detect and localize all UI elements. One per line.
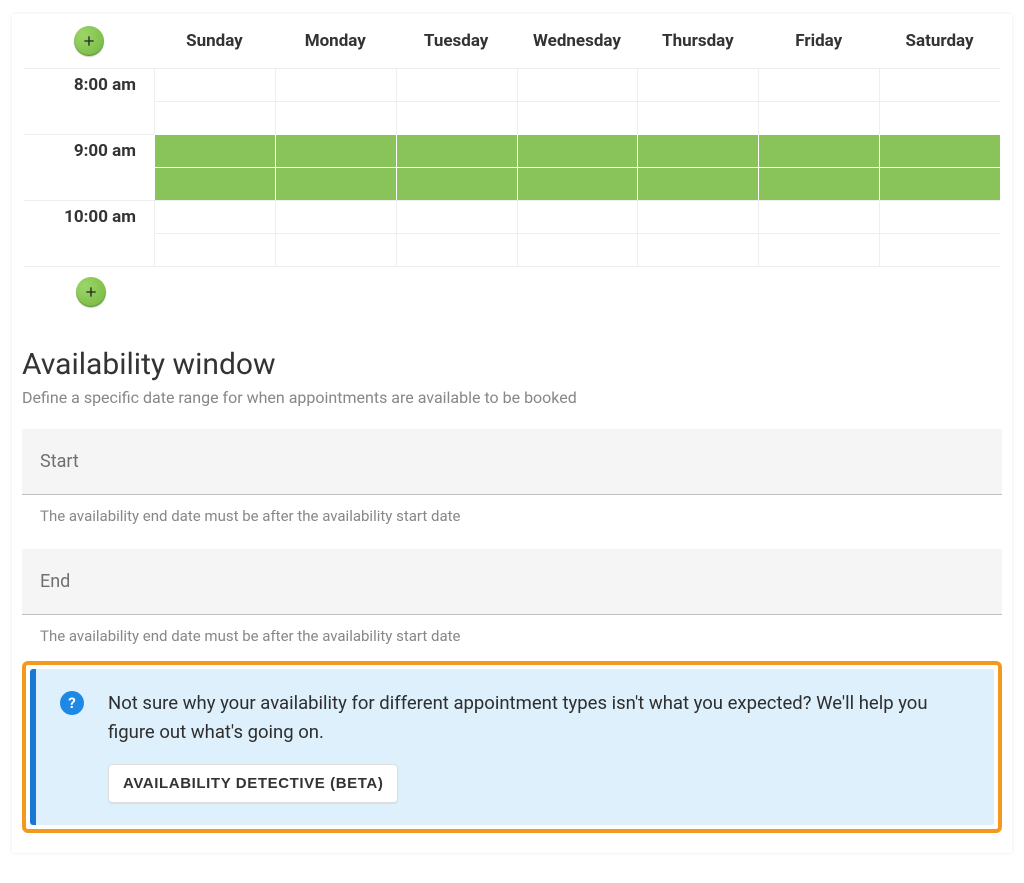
day-cell[interactable] (758, 200, 879, 266)
availability-schedule: SundayMondayTuesdayWednesdayThursdayFrid… (24, 14, 1000, 267)
time-slot[interactable] (396, 68, 517, 101)
time-slot[interactable] (517, 167, 638, 200)
callout-highlight: ? Not sure why your availability for dif… (22, 661, 1002, 833)
day-cell[interactable] (396, 200, 517, 266)
day-cell[interactable] (154, 68, 275, 134)
time-label: 9:00 am (74, 141, 136, 161)
time-slot[interactable] (879, 200, 1000, 233)
availability-detective-callout: ? Not sure why your availability for dif… (30, 669, 994, 825)
day-header: Tuesday (396, 14, 517, 68)
day-cell[interactable] (517, 68, 638, 134)
time-slot[interactable] (275, 233, 396, 266)
day-header: Saturday (879, 14, 1000, 68)
time-slot[interactable] (275, 167, 396, 200)
callout-text: Not sure why your availability for diffe… (108, 689, 970, 746)
time-slot[interactable] (637, 233, 758, 266)
time-slot[interactable] (275, 134, 396, 167)
time-row: 10:00 am (24, 200, 154, 266)
time-slot[interactable] (637, 68, 758, 101)
day-cell[interactable] (275, 200, 396, 266)
day-cell[interactable] (396, 68, 517, 134)
time-slot[interactable] (154, 200, 275, 233)
day-cell[interactable] (637, 200, 758, 266)
time-slot[interactable] (758, 233, 879, 266)
time-slot[interactable] (879, 233, 1000, 266)
help-icon: ? (60, 691, 84, 715)
availability-detective-button[interactable]: AVAILABILITY DETECTIVE (BETA) (108, 764, 398, 803)
time-slot[interactable] (396, 101, 517, 134)
day-header: Monday (275, 14, 396, 68)
day-cell[interactable] (154, 134, 275, 200)
time-row: 9:00 am (24, 134, 154, 200)
time-slot[interactable] (275, 200, 396, 233)
availability-window-title: Availability window (22, 347, 1002, 382)
day-cell[interactable] (879, 200, 1000, 266)
end-date-label: End (40, 571, 70, 592)
day-header: Sunday (154, 14, 275, 68)
time-slot[interactable] (758, 200, 879, 233)
end-date-field[interactable]: End (22, 549, 1002, 615)
start-date-hint: The availability end date must be after … (22, 495, 1002, 531)
day-cell[interactable] (275, 134, 396, 200)
time-slot[interactable] (396, 200, 517, 233)
plus-icon (81, 33, 97, 49)
time-label: 8:00 am (74, 75, 136, 95)
day-cell[interactable] (879, 68, 1000, 134)
time-slot[interactable] (517, 233, 638, 266)
time-slot[interactable] (275, 68, 396, 101)
time-slot[interactable] (879, 68, 1000, 101)
day-header: Wednesday (517, 14, 638, 68)
time-row: 8:00 am (24, 68, 154, 134)
time-slot[interactable] (517, 68, 638, 101)
end-date-hint: The availability end date must be after … (22, 615, 1002, 651)
time-slot[interactable] (758, 68, 879, 101)
time-slot[interactable] (517, 134, 638, 167)
day-cell[interactable] (517, 134, 638, 200)
time-slot[interactable] (637, 101, 758, 134)
day-cell[interactable] (637, 134, 758, 200)
time-slot[interactable] (275, 101, 396, 134)
day-header: Thursday (637, 14, 758, 68)
time-slot[interactable] (637, 200, 758, 233)
time-label: 10:00 am (64, 207, 136, 227)
time-slot[interactable] (154, 134, 275, 167)
day-cell[interactable] (879, 134, 1000, 200)
time-slot[interactable] (637, 167, 758, 200)
time-slot[interactable] (154, 233, 275, 266)
add-hours-bottom-button[interactable] (76, 277, 106, 307)
day-header: Friday (758, 14, 879, 68)
time-slot[interactable] (154, 68, 275, 101)
day-cell[interactable] (275, 68, 396, 134)
time-slot[interactable] (879, 101, 1000, 134)
availability-window-subtitle: Define a specific date range for when ap… (22, 388, 1002, 407)
time-slot[interactable] (879, 134, 1000, 167)
day-cell[interactable] (517, 200, 638, 266)
time-slot[interactable] (637, 134, 758, 167)
time-slot[interactable] (517, 200, 638, 233)
start-date-label: Start (40, 451, 79, 472)
time-slot[interactable] (879, 167, 1000, 200)
day-cell[interactable] (396, 134, 517, 200)
time-slot[interactable] (154, 167, 275, 200)
day-cell[interactable] (758, 134, 879, 200)
add-hours-top-button[interactable] (74, 26, 104, 56)
time-slot[interactable] (154, 101, 275, 134)
time-slot[interactable] (396, 134, 517, 167)
start-date-field[interactable]: Start (22, 429, 1002, 495)
time-slot[interactable] (758, 134, 879, 167)
time-slot[interactable] (396, 167, 517, 200)
time-slot[interactable] (517, 101, 638, 134)
time-slot[interactable] (758, 101, 879, 134)
time-slot[interactable] (758, 167, 879, 200)
day-cell[interactable] (758, 68, 879, 134)
time-slot[interactable] (396, 233, 517, 266)
plus-icon (83, 284, 99, 300)
day-cell[interactable] (154, 200, 275, 266)
schedule-corner (24, 14, 154, 68)
day-cell[interactable] (637, 68, 758, 134)
